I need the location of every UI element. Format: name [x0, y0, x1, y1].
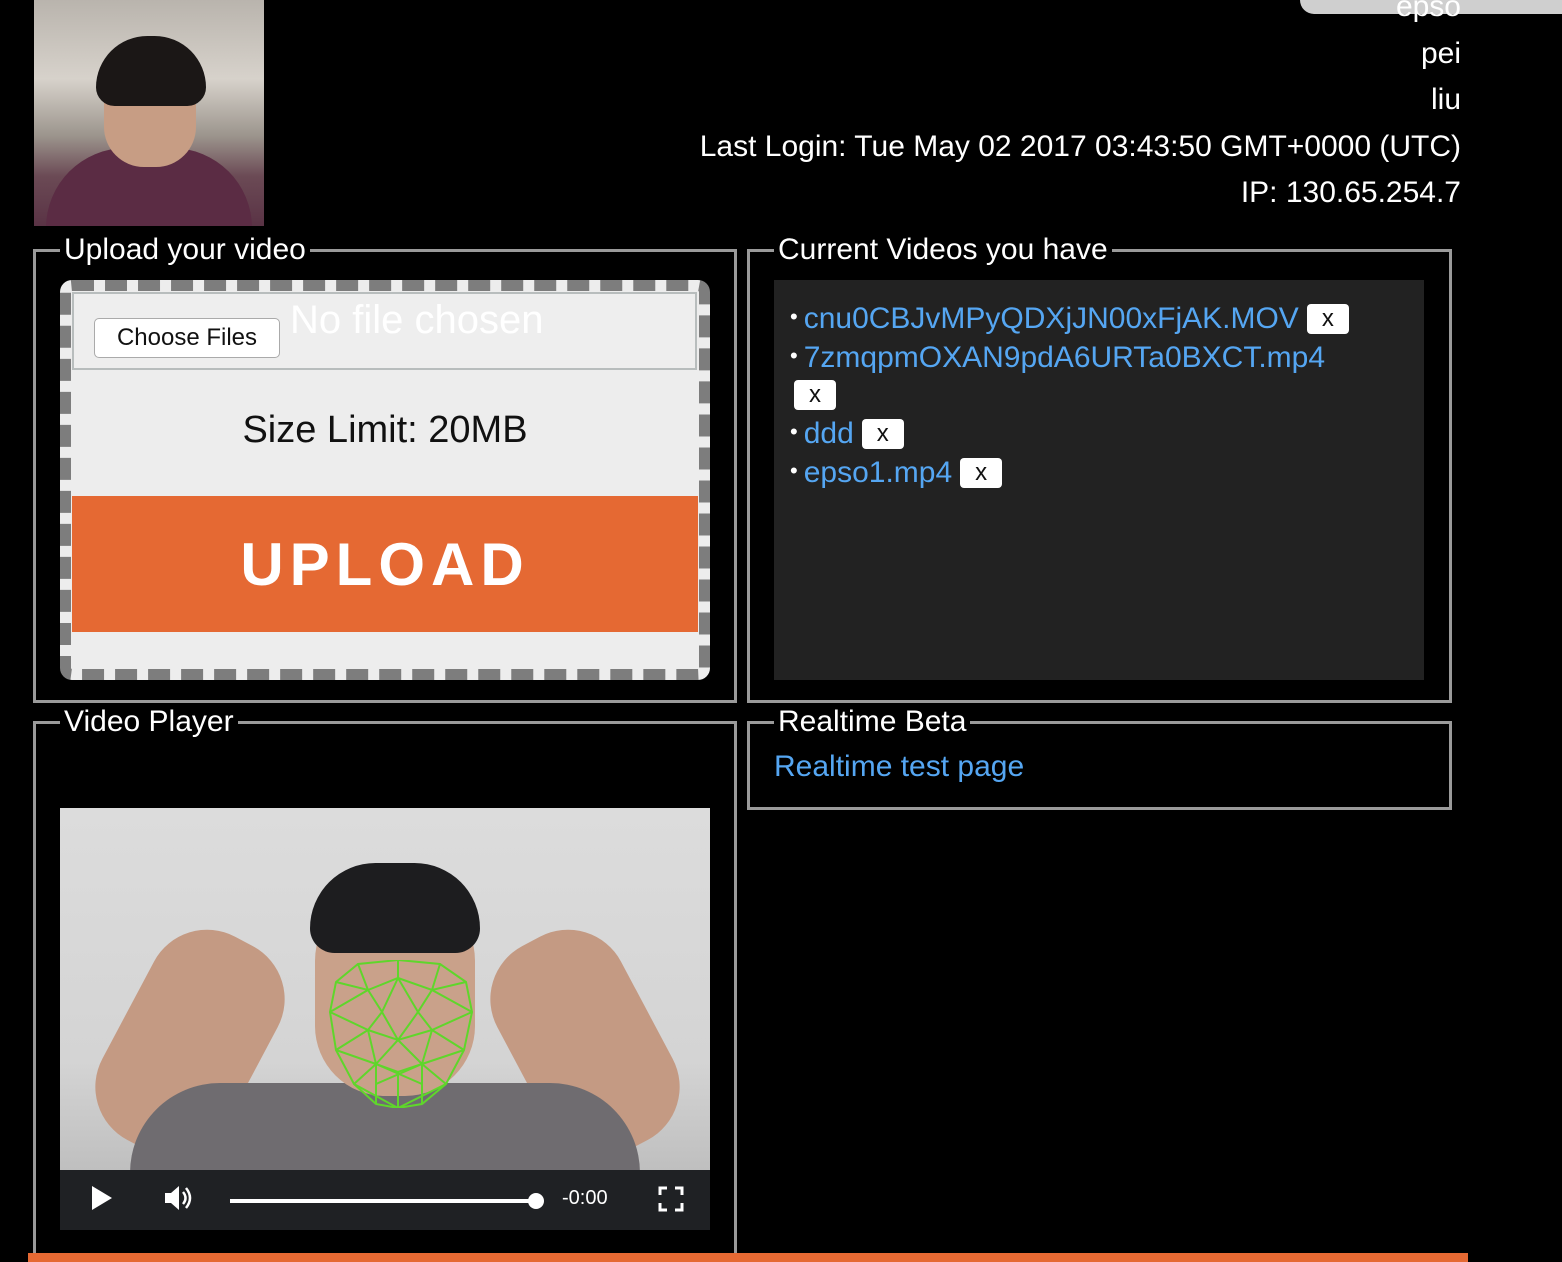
progress-handle[interactable]	[528, 1193, 544, 1209]
upload-dropzone[interactable]: Choose Files No file chosen Size Limit: …	[60, 280, 710, 680]
delete-video-button[interactable]: x	[960, 458, 1003, 488]
video-link[interactable]: epso1.mp4	[804, 456, 952, 489]
face-mesh-overlay	[328, 960, 474, 1108]
choose-files-button[interactable]: Choose Files	[94, 318, 280, 358]
progress-bar[interactable]	[230, 1199, 536, 1203]
avatar	[34, 0, 264, 226]
no-file-chosen-text: No file chosen	[290, 298, 544, 342]
time-remaining: -0:00	[562, 1187, 608, 1209]
delete-video-button[interactable]: x	[861, 419, 904, 449]
fullscreen-icon[interactable]	[658, 1186, 684, 1219]
video-controls: -0:00	[60, 1170, 710, 1230]
bottom-accent-bar	[28, 1253, 1468, 1262]
user-first-name: epso	[1395, 0, 1461, 23]
video-link[interactable]: ddd	[804, 417, 854, 450]
user-info: epso pei liu Last Login: Tue May 02 2017…	[700, 0, 1461, 217]
list-item: • 7zmqpmOXAN9pdA6URTa0BXCT.mp4 x	[790, 341, 1326, 410]
video-player[interactable]: -0:00	[60, 808, 710, 1230]
last-login: Last Login: Tue May 02 2017 03:43:50 GMT…	[699, 129, 1461, 163]
size-limit-text: Size Limit: 20MB	[242, 409, 528, 451]
list-item: • epso1.mp4 x	[790, 452, 1408, 491]
delete-video-button[interactable]: x	[1306, 304, 1349, 334]
video-link[interactable]: cnu0CBJvMPyQDXjJN00xFjAK.MOV	[804, 302, 1299, 335]
play-icon[interactable]	[90, 1184, 114, 1219]
ip-address: IP: 130.65.254.7	[1240, 176, 1461, 209]
realtime-section: Realtime Beta Realtime test page	[747, 704, 1452, 810]
upload-button[interactable]: UPLOAD	[72, 496, 698, 632]
realtime-test-link[interactable]: Realtime test page	[774, 750, 1024, 784]
videos-legend: Current Videos you have	[774, 232, 1112, 268]
upload-legend: Upload your video	[60, 232, 310, 268]
page: epso pei liu Last Login: Tue May 02 2017…	[0, 0, 1562, 1262]
video-list: • cnu0CBJvMPyQDXjJN00xFjAK.MOV x • 7zmqpmOX…	[774, 280, 1424, 680]
file-input[interactable]: Choose Files No file chosen	[72, 292, 697, 370]
volume-icon[interactable]	[162, 1182, 194, 1221]
list-item: • ddd x	[790, 413, 1408, 452]
video-link[interactable]: 7zmqpmOXAN9pdA6URTa0BXCT.mp4	[804, 341, 1325, 374]
list-item: • cnu0CBJvMPyQDXjJN00xFjAK.MOV x	[790, 298, 1408, 337]
videos-section: Current Videos you have • cnu0CBJvMPyQDXj…	[747, 232, 1452, 703]
realtime-legend: Realtime Beta	[774, 704, 971, 740]
player-section: Video Player -0:00	[33, 704, 737, 1261]
upload-section: Upload your video Choose Files No file c…	[33, 232, 737, 703]
user-last-name: liu	[1430, 83, 1461, 116]
player-legend: Video Player	[60, 704, 238, 740]
delete-video-button[interactable]: x	[794, 380, 836, 410]
user-middle-name: pei	[1420, 36, 1461, 70]
